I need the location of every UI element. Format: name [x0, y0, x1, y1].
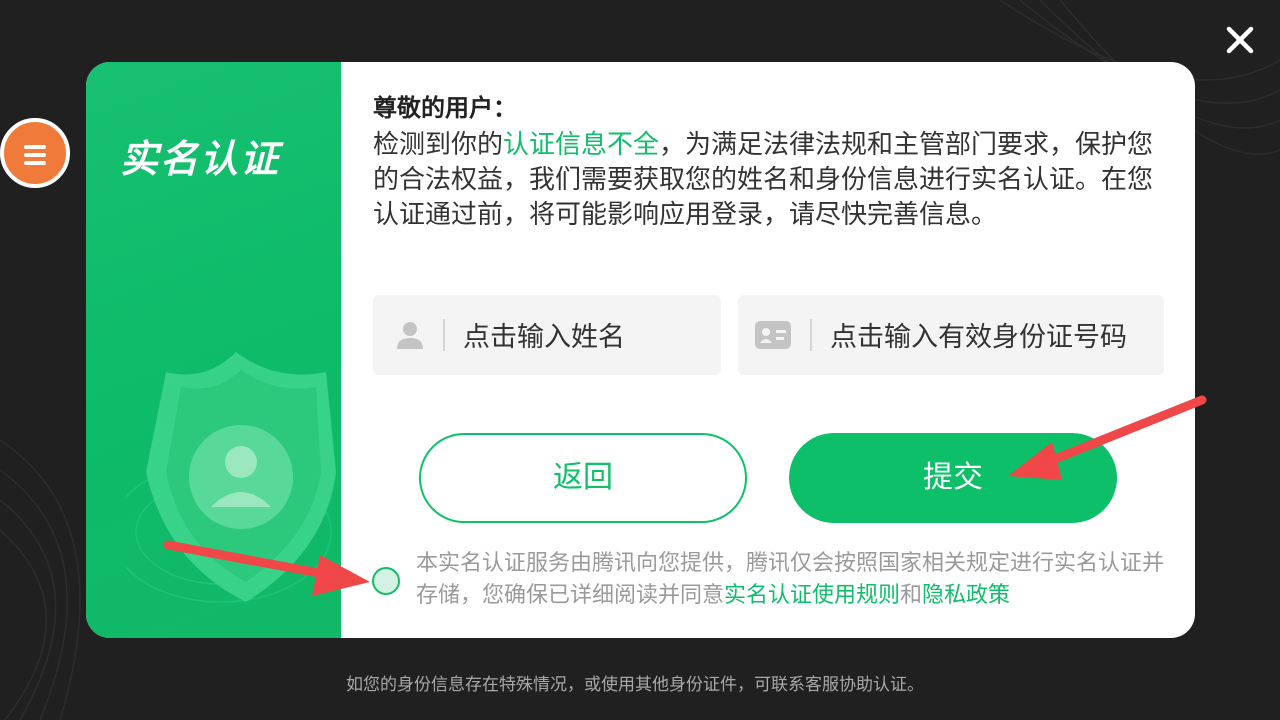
annotation-arrow-submit	[1008, 395, 1207, 480]
rules-link[interactable]: 实名认证使用规则	[724, 583, 900, 608]
annotation-arrow-agree	[163, 540, 370, 596]
menu-button[interactable]	[0, 118, 70, 188]
id-number-field[interactable]: 点击输入有效身份证号码	[738, 295, 1164, 375]
field-separator	[443, 319, 445, 351]
id-card-icon	[755, 321, 791, 349]
description-part1: 检测到你的	[373, 130, 504, 160]
user-icon	[397, 322, 423, 349]
description: 检测到你的认证信息不全，为满足法律法规和主管部门要求，保护您的合法权益，我们需要…	[373, 128, 1173, 233]
name-placeholder: 点击输入姓名	[463, 322, 625, 353]
privacy-policy-link[interactable]: 隐私政策	[922, 583, 1010, 608]
field-separator	[810, 319, 812, 351]
close-icon[interactable]	[1222, 22, 1258, 58]
footer-note: 如您的身份信息存在特殊情况，或使用其他身份证件，可联系客服协助认证。	[346, 675, 924, 695]
description-highlight: 认证信息不全	[503, 130, 660, 160]
agreement-and: 和	[900, 583, 923, 608]
name-field[interactable]: 点击输入姓名	[373, 295, 721, 375]
left-title: 实名认证	[120, 137, 281, 181]
dialog-content: 尊敬的用户： 检测到你的认证信息不全，为满足法律法规和主管部门要求，保护您的合法…	[341, 62, 1195, 638]
agreement-checkbox[interactable]	[372, 567, 400, 595]
back-button[interactable]: 返回	[419, 433, 747, 523]
agreement-text: 本实名认证服务由腾讯向您提供，腾讯仅会按照国家相关规定进行实名认证并存储，您确保…	[416, 548, 1176, 612]
id-placeholder: 点击输入有效身份证号码	[830, 322, 1127, 353]
greeting: 尊敬的用户：	[373, 94, 517, 122]
